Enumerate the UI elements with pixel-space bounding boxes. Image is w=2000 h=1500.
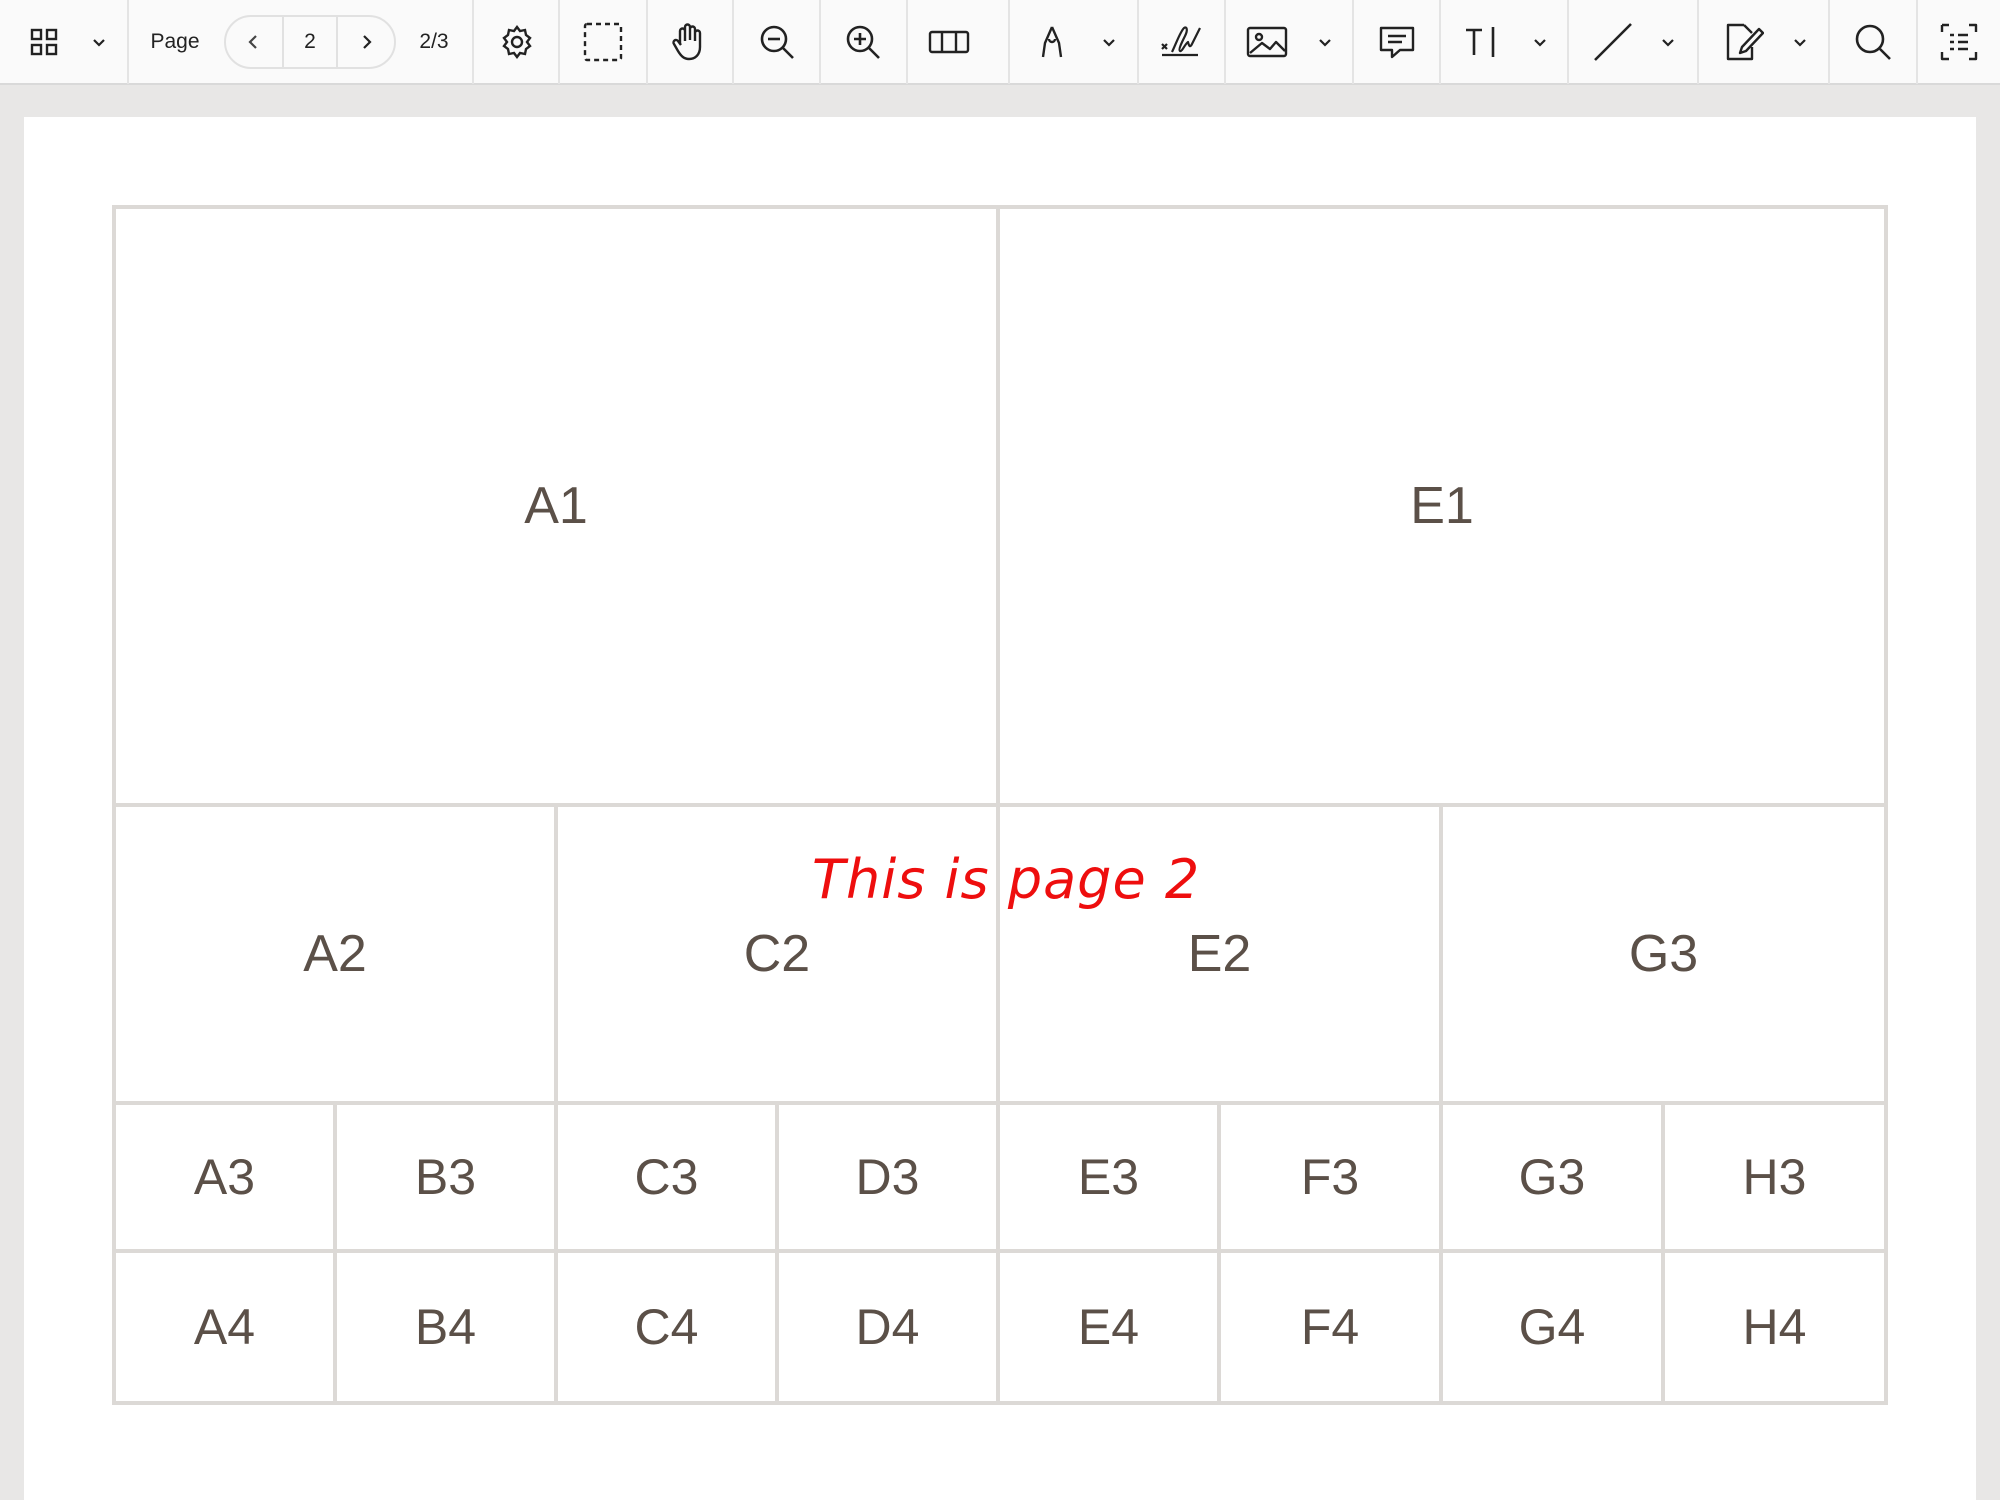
grid-cell: H4: [1665, 1253, 1884, 1401]
grid-cell: E4: [1000, 1253, 1217, 1401]
toolbar-divider: [1352, 0, 1354, 84]
hand-tool-button[interactable]: [666, 0, 712, 84]
text-annotation[interactable]: This is page 2: [812, 848, 1200, 911]
chevron-down-icon: [1662, 39, 1674, 47]
grid-view-dropdown[interactable]: [84, 0, 114, 84]
page-layout-button[interactable]: [926, 0, 972, 84]
grid-cell: A2: [116, 807, 554, 1101]
pen-tool-dropdown[interactable]: [1094, 0, 1124, 84]
grid-cell: B4: [337, 1253, 554, 1401]
grid-view-icon: [30, 28, 58, 56]
settings-icon: [502, 25, 532, 59]
text-icon: [1466, 27, 1495, 57]
page-total: 2/3: [406, 0, 462, 84]
grid-cell: D3: [779, 1105, 996, 1249]
pen-icon: [1041, 26, 1063, 58]
chevron-down-icon: [1794, 39, 1806, 47]
toolbar-divider: [1697, 0, 1699, 84]
grid-cell: E1: [1000, 209, 1884, 803]
form-button[interactable]: [1936, 0, 1982, 84]
toolbar-divider: [1137, 0, 1139, 84]
grid-cell: C4: [558, 1253, 775, 1401]
image-button[interactable]: [1244, 0, 1290, 84]
image-icon: [1246, 26, 1288, 58]
chevron-down-icon: [1103, 39, 1115, 47]
toolbar-divider: [558, 0, 560, 84]
text-tool-dropdown[interactable]: [1525, 0, 1555, 84]
chevron-down-icon: [1319, 39, 1331, 47]
grid-cell: H3: [1665, 1105, 1884, 1249]
edit-button[interactable]: [1720, 0, 1766, 84]
grid-cell: F3: [1221, 1105, 1439, 1249]
chevron-down-icon: [1534, 39, 1546, 47]
grid-cell: C3: [558, 1105, 775, 1249]
grid-cell: A1: [116, 209, 996, 803]
image-dropdown[interactable]: [1310, 0, 1340, 84]
grid-cell: G4: [1443, 1253, 1661, 1401]
search-button[interactable]: [1850, 0, 1896, 84]
edit-dropdown[interactable]: [1785, 0, 1815, 84]
toolbar-divider: [1008, 0, 1010, 84]
chevron-right-icon: [363, 35, 372, 49]
line-tool-button[interactable]: [1590, 0, 1636, 84]
zoom-in-button[interactable]: [840, 0, 886, 84]
page-layout-icon: [928, 30, 970, 54]
toolbar-divider: [1828, 0, 1830, 84]
line-icon: [1594, 23, 1632, 61]
next-page-button[interactable]: [336, 17, 394, 67]
signature-button[interactable]: [1156, 0, 1206, 84]
previous-page-button[interactable]: [226, 17, 284, 67]
toolbar-divider: [646, 0, 648, 84]
document-viewer[interactable]: A1 E1 A2 C2 E2 G3 A3 B3 C3 D3 E3 F3 G3 H…: [0, 85, 2000, 1500]
grid-table: A1 E1 A2 C2 E2 G3 A3 B3 C3 D3 E3 F3 G3 H…: [112, 205, 1888, 1405]
grid-view-button[interactable]: [20, 0, 68, 84]
grid-cell: F4: [1221, 1253, 1439, 1401]
toolbar-divider: [1567, 0, 1569, 84]
document-page: A1 E1 A2 C2 E2 G3 A3 B3 C3 D3 E3 F3 G3 H…: [24, 117, 1976, 1500]
chevron-left-icon: [248, 35, 257, 49]
page-label-text: Page: [150, 30, 200, 53]
page-navigator: [224, 15, 396, 69]
grid-cell: A4: [116, 1253, 333, 1401]
zoom-in-icon: [846, 25, 880, 59]
page-number-input[interactable]: [284, 17, 336, 67]
grid-cell: G3: [1443, 1105, 1661, 1249]
edit-icon: [1726, 23, 1764, 61]
page-label: Page: [144, 0, 206, 84]
toolbar: Page 2/3: [0, 0, 2000, 85]
grid-cell: E3: [1000, 1105, 1217, 1249]
chevron-down-icon: [93, 39, 105, 47]
pen-tool-button[interactable]: [1032, 0, 1072, 84]
toolbar-divider: [1224, 0, 1226, 84]
grid-cell: G3: [1443, 807, 1884, 1101]
grid-cell: D4: [779, 1253, 996, 1401]
toolbar-divider: [819, 0, 821, 84]
marquee-select-icon: [583, 22, 623, 62]
toolbar-divider: [472, 0, 474, 84]
line-tool-dropdown[interactable]: [1653, 0, 1683, 84]
toolbar-divider: [732, 0, 734, 84]
toolbar-divider: [906, 0, 908, 84]
toolbar-divider: [1439, 0, 1441, 84]
settings-button[interactable]: [494, 0, 540, 84]
grid-cell: A3: [116, 1105, 333, 1249]
marquee-select-button[interactable]: [580, 0, 626, 84]
zoom-out-icon: [760, 25, 794, 59]
grid-cell: B3: [337, 1105, 554, 1249]
text-tool-button[interactable]: [1460, 0, 1506, 84]
hand-icon: [672, 23, 702, 61]
zoom-out-button[interactable]: [754, 0, 800, 84]
signature-icon: [1161, 26, 1201, 57]
toolbar-divider: [127, 0, 129, 84]
toolbar-divider: [1916, 0, 1918, 84]
page-total-text: 2/3: [419, 30, 449, 53]
form-icon: [1940, 23, 1978, 61]
comment-button[interactable]: [1374, 0, 1420, 84]
comment-icon: [1379, 26, 1415, 59]
search-icon: [1855, 24, 1891, 60]
